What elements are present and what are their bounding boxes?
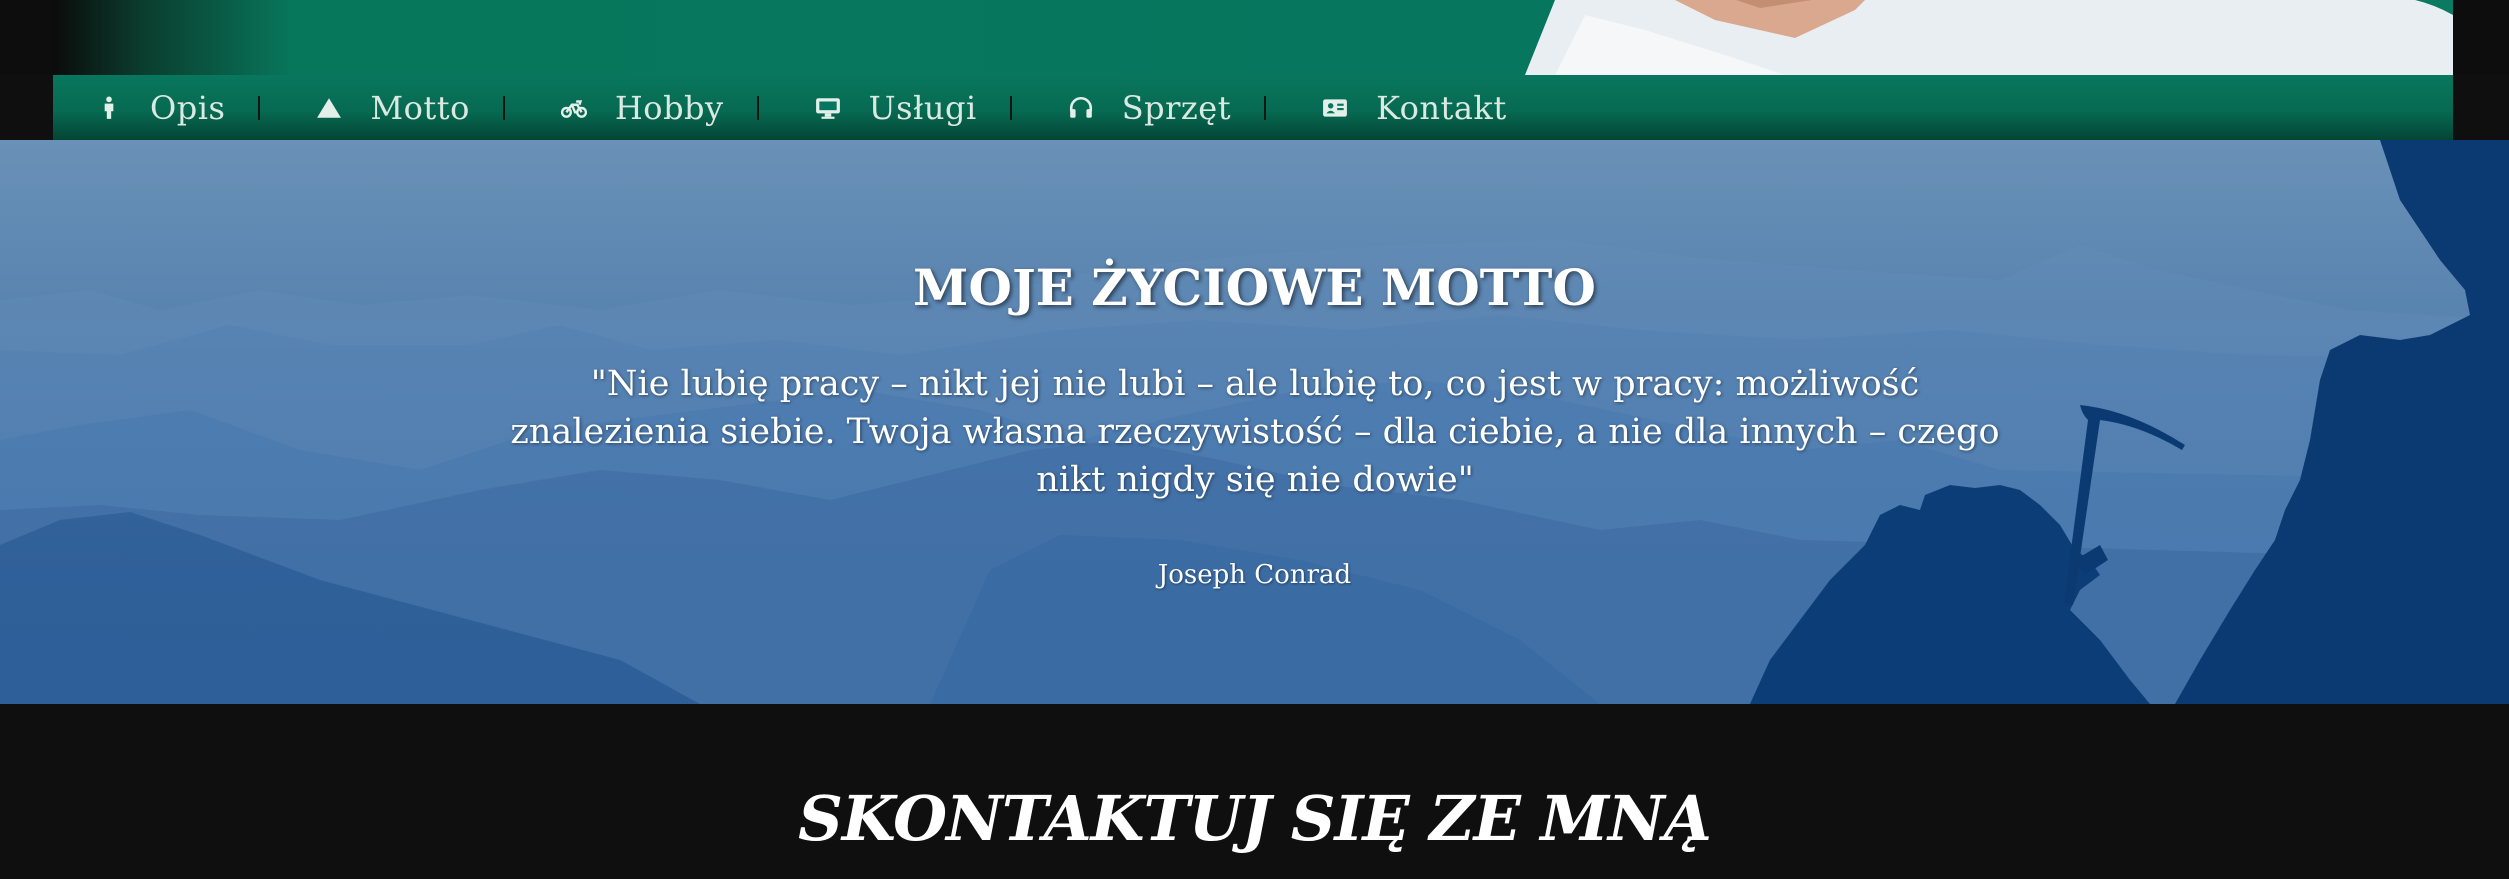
nav-item-sprzet[interactable]: Sprzęt (1066, 75, 1231, 140)
nav-item-label: Motto (370, 88, 470, 127)
motto-title: MOJE ŻYCIOWE MOTTO (913, 258, 1596, 317)
nav-item-kontakt[interactable]: Kontakt (1320, 75, 1507, 140)
nav-separator (756, 95, 759, 120)
person-icon (94, 93, 124, 123)
id-card-icon (1320, 93, 1350, 123)
mountain-icon (314, 93, 344, 123)
nav-item-label: Opis (150, 88, 226, 127)
header-photo (1525, 0, 2453, 75)
main-navbar: Opis Motto Hobby Usługi Sprzęt Kontakt (53, 75, 2453, 140)
motto-author: Joseph Conrad (1157, 560, 1352, 590)
motto-section: MOJE ŻYCIOWE MOTTO "Nie lubię pracy – ni… (0, 140, 2509, 704)
contact-section: SKONTAKTUJ SIĘ ZE MNĄ (0, 704, 2509, 879)
nav-item-label: Hobby (614, 88, 724, 127)
headphones-icon (1066, 93, 1096, 123)
header-strip (0, 0, 2509, 75)
nav-item-label: Usługi (868, 88, 977, 127)
desktop-icon (813, 93, 843, 123)
nav-item-uslugi[interactable]: Usługi (813, 75, 977, 140)
nav-item-label: Kontakt (1376, 88, 1507, 127)
nav-item-motto[interactable]: Motto (314, 75, 470, 140)
nav-separator (258, 95, 261, 120)
motto-quote: "Nie lubię pracy – nikt jej nie lubi – a… (510, 364, 2000, 500)
nav-item-hobby[interactable]: Hobby (559, 75, 724, 140)
nav-separator (1009, 95, 1012, 120)
motorcycle-icon (559, 93, 589, 123)
nav-separator (1264, 95, 1267, 120)
contact-title: SKONTAKTUJ SIĘ ZE MNĄ (798, 782, 1712, 855)
nav-separator (502, 95, 505, 120)
nav-item-label: Sprzęt (1121, 88, 1232, 127)
nav-item-opis[interactable]: Opis (94, 75, 225, 140)
